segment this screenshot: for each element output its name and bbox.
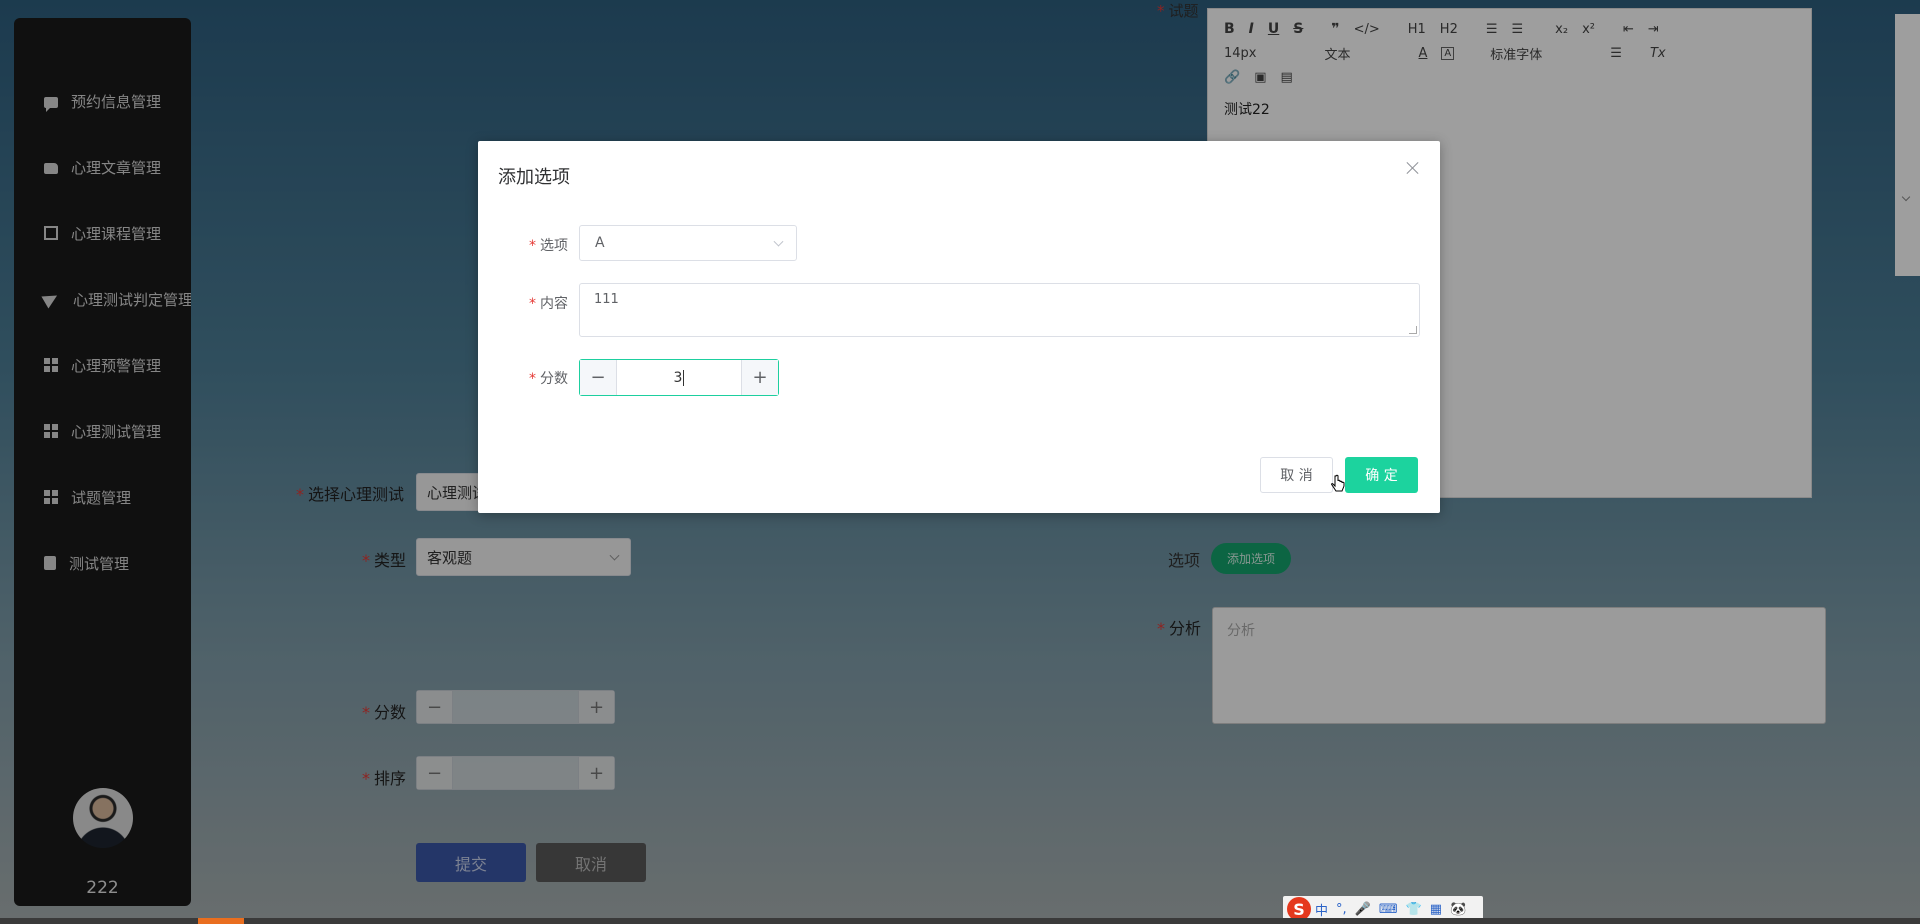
ime-chinese-mode[interactable]: 中	[1315, 900, 1328, 919]
cancel-button[interactable]: 取 消	[1260, 457, 1333, 493]
skin-icon[interactable]: 👕	[1406, 902, 1422, 917]
option-select[interactable]: A	[579, 225, 797, 261]
taskbar-strip	[0, 918, 1920, 924]
option-label: * 选项	[529, 238, 568, 254]
content-label: * 内容	[529, 296, 568, 312]
taskbar-active-indicator	[198, 918, 244, 924]
score-input[interactable]: 3	[617, 360, 741, 395]
content-textarea[interactable]: 111	[579, 283, 1420, 337]
page: 预约信息管理 心理文章管理 心理课程管理 心理测试判定管理 心理预警管理 心理测…	[0, 0, 1920, 924]
close-icon[interactable]	[1406, 161, 1420, 175]
ime-punctuation-icon[interactable]: °,	[1336, 902, 1347, 917]
dialog-title: 添加选项	[498, 167, 570, 188]
microphone-icon[interactable]: 🎤	[1355, 902, 1371, 917]
resize-handle-icon[interactable]	[1409, 326, 1417, 334]
score-stepper[interactable]: − 3 +	[579, 359, 779, 396]
hand-cursor-icon	[1331, 474, 1345, 492]
chevron-down-icon	[773, 236, 784, 247]
score-label: * 分数	[529, 371, 568, 387]
content-value: 111	[594, 292, 619, 307]
mascot-icon[interactable]: 🐼	[1450, 902, 1466, 917]
toolbox-icon[interactable]: ▦	[1430, 902, 1442, 917]
keyboard-icon[interactable]: ⌨	[1379, 902, 1398, 917]
plus-icon[interactable]: +	[741, 360, 778, 395]
add-option-dialog: 添加选项 * 选项 A * 内容 111 * 分数 − 3 + 取 消 确 定	[478, 141, 1440, 513]
minus-icon[interactable]: −	[580, 360, 617, 395]
confirm-button[interactable]: 确 定	[1345, 457, 1418, 493]
option-value: A	[595, 235, 605, 251]
